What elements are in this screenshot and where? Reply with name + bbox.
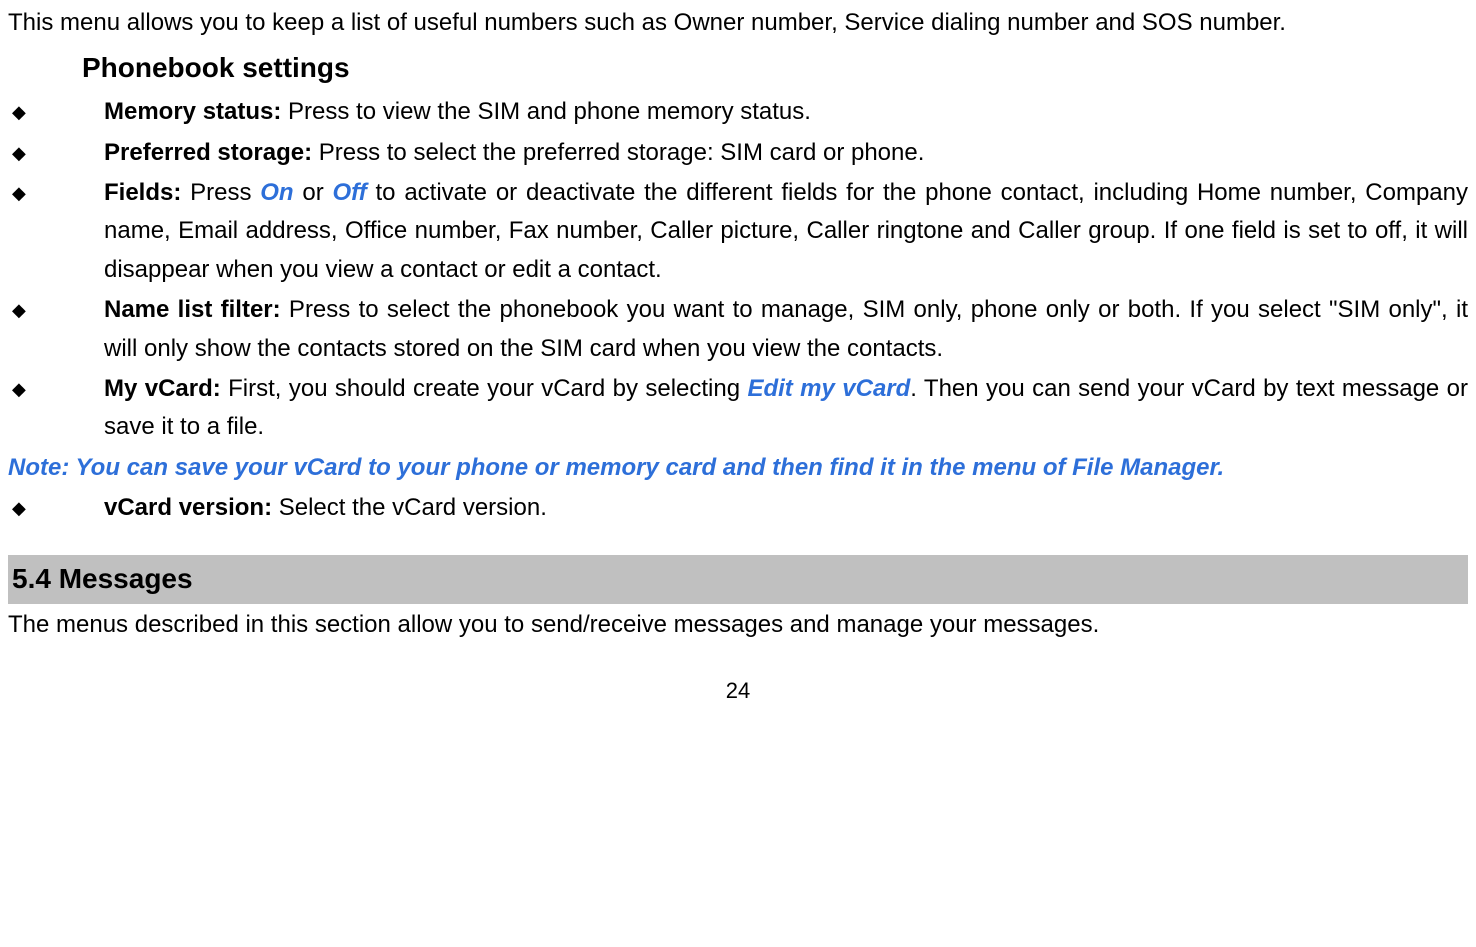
bullet-icon: ◆ [12,370,26,408]
list-item: ◆ Memory status: Press to view the SIM a… [8,93,1468,131]
item-label: Memory status: [104,98,281,125]
item-text-pre: Press [181,179,260,206]
list-item: ◆ Preferred storage: Press to select the… [8,134,1468,172]
note-paragraph: Note: You can save your vCard to your ph… [8,449,1468,487]
item-label: Preferred storage: [104,139,312,166]
intro-paragraph: This menu allows you to keep a list of u… [8,4,1468,42]
bullet-icon: ◆ [12,174,26,212]
emphasis-edit-vcard: Edit my vCard [747,375,910,402]
emphasis-off: Off [333,179,367,206]
item-text-pre: First, you should create your vCard by s… [221,375,748,402]
item-text: Select the vCard version. [272,494,547,521]
bullet-icon: ◆ [12,291,26,329]
item-text: Press to select the phonebook you want t… [104,296,1468,361]
item-text: Press to view the SIM and phone memory s… [281,98,811,125]
settings-list: ◆ Memory status: Press to view the SIM a… [8,93,1468,447]
section-heading-messages: 5.4 Messages [8,555,1468,604]
bullet-icon: ◆ [12,134,26,172]
bullet-icon: ◆ [12,93,26,131]
page-number: 24 [8,673,1468,708]
list-item: ◆ My vCard: First, you should create you… [8,370,1468,447]
list-item: ◆ Name list filter: Press to select the … [8,291,1468,368]
bullet-icon: ◆ [12,489,26,527]
phonebook-settings-heading: Phonebook settings [82,46,1468,91]
section-body: The menus described in this section allo… [8,606,1468,644]
list-item: ◆ vCard version: Select the vCard versio… [8,489,1468,527]
item-label: Fields: [104,179,181,206]
settings-list-2: ◆ vCard version: Select the vCard versio… [8,489,1468,527]
list-item: ◆ Fields: Press On or Off to activate or… [8,174,1468,289]
item-text: Press to select the preferred storage: S… [312,139,924,166]
item-label: Name list filter: [104,296,281,323]
item-label: vCard version: [104,494,272,521]
item-label: My vCard: [104,375,221,402]
item-text-mid: or [294,179,333,206]
emphasis-on: On [260,179,293,206]
